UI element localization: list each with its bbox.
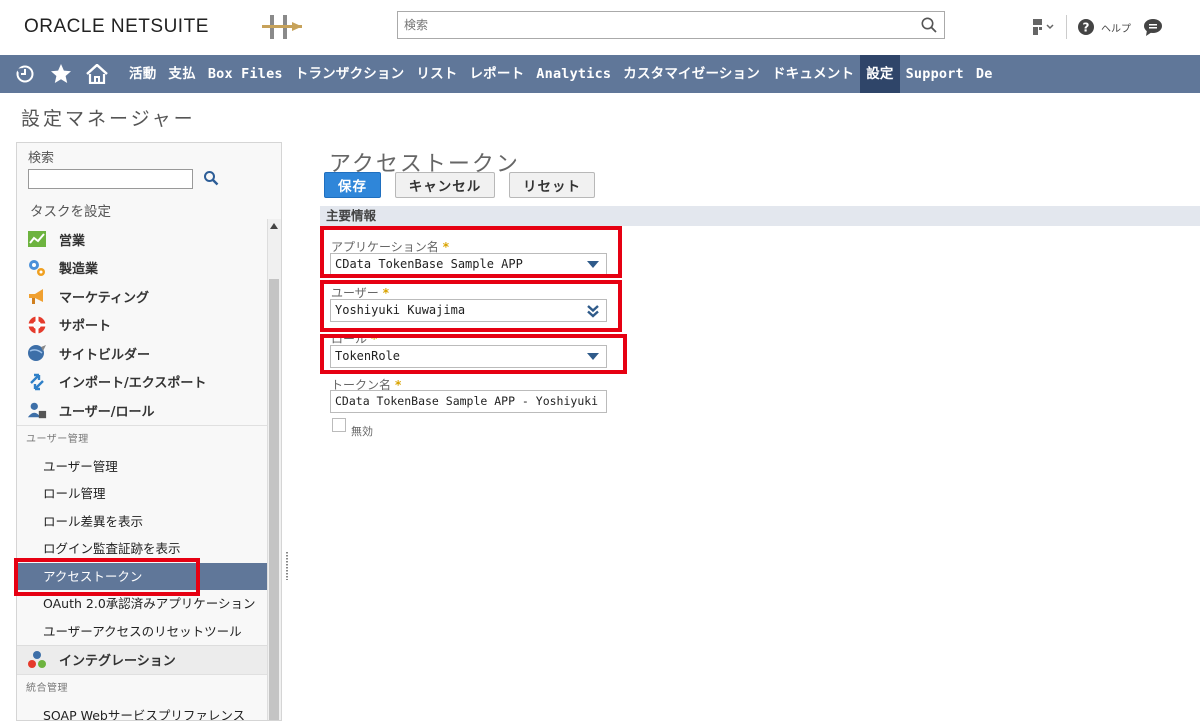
sidebar-group-label: 製造業 [59,262,99,278]
main-nav: 活動 支払 Box Files トランザクション リスト レポート Analyt… [0,55,1200,93]
inactive-label: 無効 [351,425,373,438]
global-search[interactable] [397,11,945,39]
sidebar-item-user-access-reset[interactable]: ユーザーアクセスのリセットツール [17,618,267,646]
sidebar-item-oauth2-apps[interactable]: OAuth 2.0承認済みアプリケーション [17,590,267,618]
oracle-netsuite-logo[interactable]: ORACLE NETSUITE [24,16,209,38]
header-tools: ? ヘルプ [1030,15,1163,39]
sidebar-group-label: インポート/エクスポート [59,376,207,392]
section-integration-management: 統合管理 [17,673,267,702]
sidebar-group-manufacturing[interactable]: 製造業 [17,254,267,283]
save-button[interactable]: 保存 [324,172,381,198]
nav-de-truncated[interactable]: De [970,55,999,93]
panel-splitter[interactable] [282,142,290,721]
application-label-text: アプリケーション名 [331,240,439,254]
sidebar-group-sales[interactable]: 営業 [17,225,267,254]
sidebar-group-support[interactable]: サポート [17,311,267,340]
setup-tasks-label: タスクを設定 [30,204,111,220]
sidebar-search-input[interactable] [28,169,193,189]
globe-icon [27,343,47,363]
nav-transactions[interactable]: トランザクション [289,55,411,93]
top-header: ORACLE NETSUITE ? ヘルプ [0,0,1200,55]
nav-support[interactable]: Support [900,55,970,93]
nav-setup[interactable]: 設定 [860,55,900,93]
sidebar-group-label: ユーザー/ロール [59,404,155,420]
dropdown-arrow-icon[interactable] [586,259,600,269]
double-chevron-down-icon[interactable] [586,304,600,318]
sidebar-group-site-builder[interactable]: サイトビルダー [17,339,267,368]
sidebar-group-label: インテグレーション [59,654,176,670]
sidebar-group-label: 営業 [59,233,86,249]
sidebar-group-marketing[interactable]: マーケティング [17,282,267,311]
nav-analytics[interactable]: Analytics [530,55,617,93]
sidebar-item-manage-roles[interactable]: ロール管理 [17,480,267,508]
setup-sidebar: 検索 タスクを設定 営業 製造業 マーケティング サポート サイトビルダー イン… [16,142,282,721]
required-mark: * [371,332,378,346]
application-select[interactable]: CData TokenBase Sample APP [330,253,607,276]
sidebar-group-label: サポート [59,319,112,335]
logo-text: ORACLE NETSUITE [24,16,209,37]
role-select[interactable]: TokenRole [330,345,607,368]
dropdown-arrow-icon[interactable] [586,351,600,361]
sidebar-item-login-audit-trail[interactable]: ログイン監査証跡を表示 [17,535,267,563]
sidebar-group-integration[interactable]: インテグレーション [17,645,267,674]
user-label-text: ユーザー [331,286,379,300]
application-value: CData TokenBase Sample APP [335,257,523,271]
sidebar-item-access-tokens[interactable]: アクセストークン [17,562,267,590]
header-divider [1066,15,1067,39]
setup-task-list: 営業 製造業 マーケティング サポート サイトビルダー インポート/エクスポート… [17,225,267,721]
search-icon[interactable] [920,16,938,34]
nav-documents[interactable]: ドキュメント [766,55,860,93]
section-primary-information: 主要情報 [320,206,1200,226]
feedback-icon[interactable] [1143,18,1163,36]
integration-icon [27,650,47,670]
role-label-text: ロール [331,332,368,346]
sidebar-group-users-roles[interactable]: ユーザー/ロール [17,396,267,425]
megaphone-icon [27,286,47,306]
sidebar-scroll-thumb[interactable] [269,279,279,720]
favorites-star-icon[interactable] [45,55,77,93]
cancel-button[interactable]: キャンセル [395,172,495,198]
import-export-icon [27,372,47,392]
nav-reports[interactable]: レポート [463,55,530,93]
scroll-up-icon[interactable] [269,221,279,231]
recent-records-icon[interactable] [1030,17,1056,37]
role-value: TokenRole [335,349,401,363]
sidebar-search-icon[interactable] [203,170,219,186]
nav-customization[interactable]: カスタマイゼーション [617,55,766,93]
required-mark: * [382,286,390,300]
lifebuoy-icon [27,315,47,335]
recent-icon[interactable] [9,55,41,93]
user-select[interactable]: Yoshiyuki Kuwajima [330,299,607,322]
splitter-grip[interactable] [286,552,288,580]
nav-activities[interactable]: 活動 [123,55,162,93]
gears-icon [27,258,47,278]
sidebar-group-label: サイトビルダー [59,347,151,363]
token-name-input[interactable]: CData TokenBase Sample APP - Yoshiyuki [330,390,607,413]
nav-lists[interactable]: リスト [410,55,463,93]
svg-text:?: ? [1083,21,1090,35]
sidebar-group-import-export[interactable]: インポート/エクスポート [17,368,267,397]
home-icon[interactable] [81,55,113,93]
page-title: 設定マネージャー [21,108,196,130]
sidebar-item-show-role-differences[interactable]: ロール差異を表示 [17,508,267,536]
reset-button[interactable]: リセット [509,172,595,198]
sidebar-item-soap-preferences[interactable]: SOAP Webサービスプリファレンス [17,702,267,721]
sidebar-item-manage-users[interactable]: ユーザー管理 [17,453,267,481]
global-search-input[interactable] [398,12,908,38]
account-logo-icon[interactable] [262,12,304,42]
users-icon [27,400,47,420]
section-user-management: ユーザー管理 [17,424,267,453]
help-link[interactable]: ヘルプ [1101,20,1131,35]
user-value: Yoshiyuki Kuwajima [335,303,466,317]
chart-icon [27,229,47,249]
required-mark: * [442,240,450,254]
nav-box-files[interactable]: Box Files [202,55,289,93]
help-icon[interactable]: ? [1077,18,1095,36]
inactive-checkbox[interactable] [332,418,346,432]
sidebar-group-label: マーケティング [59,290,149,306]
sidebar-search-label: 検索 [28,151,55,166]
nav-payments[interactable]: 支払 [162,55,201,93]
